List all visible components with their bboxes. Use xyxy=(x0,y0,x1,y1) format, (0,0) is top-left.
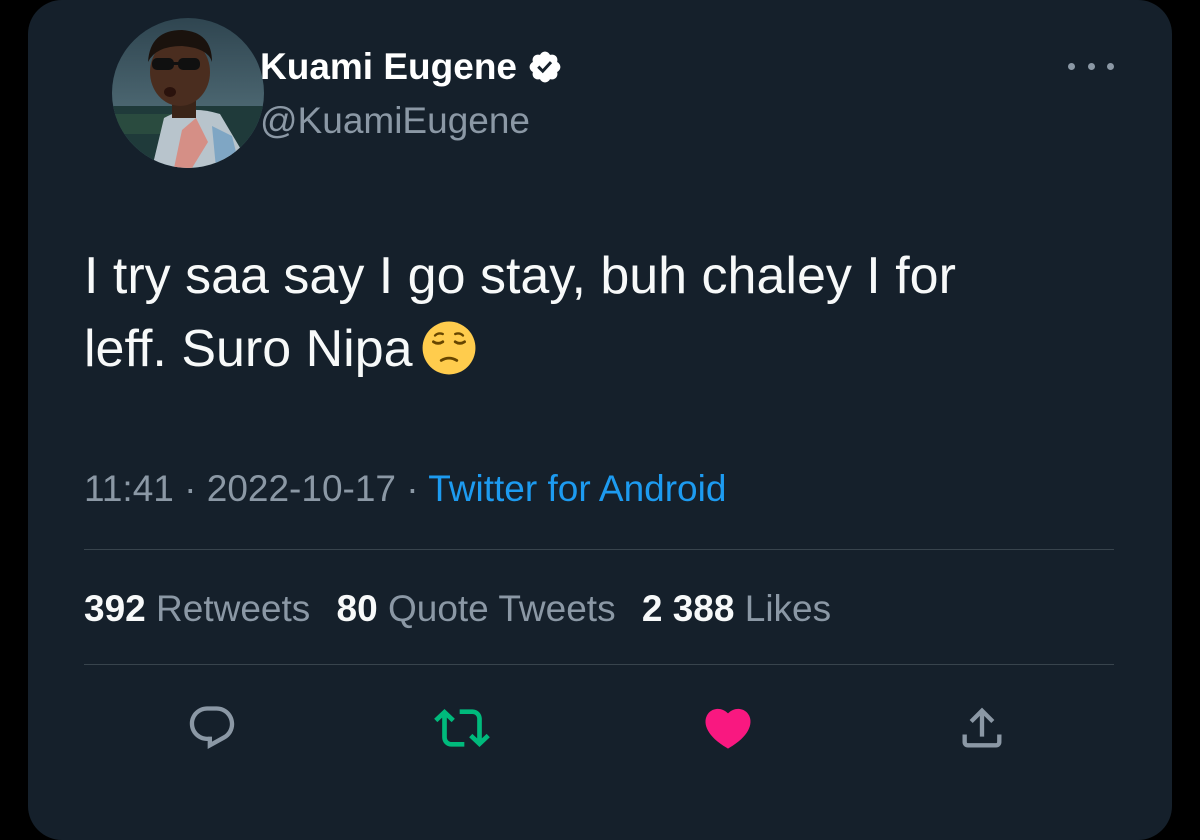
reply-button[interactable] xyxy=(182,698,242,758)
retweets-count: 392 xyxy=(84,588,146,629)
likes-label: Likes xyxy=(744,588,832,629)
more-dot xyxy=(1087,62,1095,70)
quotes-label: Quote Tweets xyxy=(387,588,616,629)
quotes-stat[interactable]: 80 Quote Tweets xyxy=(337,588,616,629)
retweet-button[interactable] xyxy=(432,698,492,758)
pensive-face-emoji-icon xyxy=(422,321,476,375)
verified-badge-icon xyxy=(529,51,561,83)
author-display-name[interactable]: Kuami Eugene xyxy=(260,44,517,90)
tweet-text: I try saa say I go stay, buh chaley I fo… xyxy=(84,240,1144,386)
retweet-icon xyxy=(434,709,490,747)
divider xyxy=(84,549,1114,550)
tweet-stats: 392 Retweets 80 Quote Tweets 2 388 Likes xyxy=(84,584,847,634)
tweet-time[interactable]: 11:41 xyxy=(84,468,174,509)
more-dot xyxy=(1068,62,1075,70)
heart-icon xyxy=(705,708,751,749)
tweet-text-line: leff. Suro Nipa xyxy=(84,313,1144,386)
tweet-card: Kuami Eugene @KuamiEugene I try saa say … xyxy=(28,0,1172,840)
more-dot xyxy=(1107,62,1114,70)
quotes-count: 80 xyxy=(336,588,378,629)
likes-stat[interactable]: 2 388 Likes xyxy=(642,588,831,629)
meta-separator: · xyxy=(406,468,419,509)
tweet-date[interactable]: 2022-10-17 xyxy=(207,468,396,509)
tweet-meta: 11:41 · 2022-10-17 · Twitter for Android xyxy=(84,464,726,514)
tweet-source-link[interactable]: Twitter for Android xyxy=(428,468,726,509)
more-horizontal-icon[interactable] xyxy=(1068,54,1114,78)
retweets-label: Retweets xyxy=(156,588,311,629)
reply-icon xyxy=(189,706,235,750)
tweet-text-line: I try saa say I go stay, buh chaley I fo… xyxy=(84,247,956,305)
meta-separator: · xyxy=(184,468,197,509)
likes-count: 2 388 xyxy=(641,588,735,629)
like-button[interactable] xyxy=(698,698,758,758)
author-handle[interactable]: @KuamiEugene xyxy=(260,98,530,144)
share-icon xyxy=(962,707,1002,748)
avatar[interactable] xyxy=(112,18,264,168)
retweets-stat[interactable]: 392 Retweets xyxy=(84,588,310,629)
share-button[interactable] xyxy=(952,698,1012,758)
tweet-text-line-2: leff. Suro Nipa xyxy=(84,320,413,378)
author-name-row[interactable]: Kuami Eugene xyxy=(260,44,563,90)
divider xyxy=(84,664,1114,665)
